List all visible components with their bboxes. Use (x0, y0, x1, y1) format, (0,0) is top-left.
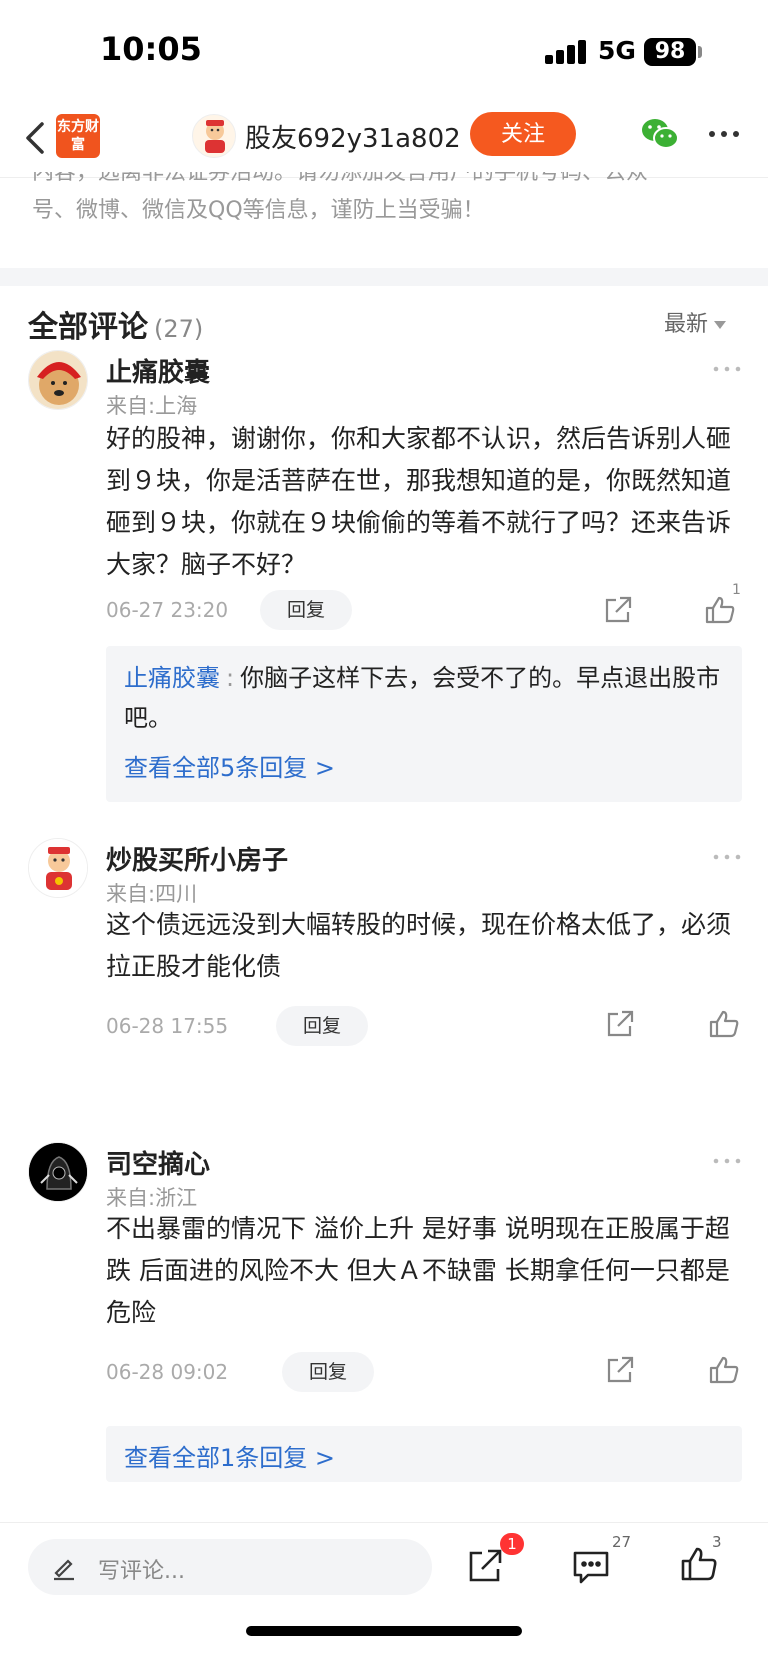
avatar[interactable] (28, 350, 88, 410)
comment-item: 炒股买所小房子 来自:四川 这个债远远没到大幅转股的时候，现在价格太低了，必须拉… (0, 838, 768, 1098)
app-logo[interactable]: 东方财富 (56, 114, 100, 158)
comment-text: 好的股神，谢谢你，你和大家都不认识，然后告诉别人砸到９块，你是活菩萨在世，那我想… (106, 424, 732, 579)
like-count: 3 (712, 1533, 722, 1551)
like-count: 1 (732, 582, 741, 598)
chevron-down-icon (714, 321, 727, 329)
share-icon[interactable] (604, 1354, 636, 1386)
view-all-replies-link[interactable]: 查看全部1条回复 > (124, 1438, 335, 1473)
pencil-icon (50, 1553, 78, 1581)
nav-username[interactable]: 股友692y31a802 (245, 118, 461, 155)
share-icon[interactable] (604, 1008, 636, 1040)
reply-button[interactable]: 回复 (282, 1352, 374, 1392)
comment-date: 06-27 23:20 (106, 598, 229, 622)
avatar[interactable] (28, 1142, 88, 1202)
comment-date: 06-28 09:02 (106, 1360, 229, 1384)
comment-text: 不出暴雷的情况下 溢价上升 是好事 说明现在正股属于超跌 后面进的风险不大 但大… (106, 1214, 730, 1327)
comment-more-icon[interactable] (712, 848, 742, 860)
comment-input[interactable]: 写评论... (28, 1539, 432, 1595)
reply-button[interactable]: 回复 (276, 1006, 368, 1046)
network-label: 5G (598, 36, 636, 65)
sort-dropdown[interactable]: 最新 (664, 306, 727, 338)
comment-author[interactable]: 司空摘心 (106, 1144, 210, 1181)
comments-title: 全部评论 (27) (28, 302, 203, 346)
comment-author[interactable]: 止痛胶囊 (106, 352, 210, 389)
sub-reply-text: 止痛胶囊: 你脑子这样下去，会受不了的。早点退出股市吧。 (124, 658, 728, 738)
comment-icon[interactable] (572, 1549, 610, 1585)
bottom-bar: 写评论... 1 27 3 (0, 1522, 768, 1665)
notice-line-2: 号、微博、微信及QQ等信息，谨防上当受骗！ (32, 198, 485, 223)
view-all-replies-link[interactable]: 查看全部5条回复 > (124, 748, 335, 783)
like-icon[interactable] (708, 1008, 740, 1040)
signal-icon (545, 40, 589, 64)
battery-tip (698, 46, 702, 58)
sub-reply-box[interactable]: 查看全部1条回复 > (106, 1426, 742, 1482)
nav-bar: 东方财富 股友692y31a802 关注 (0, 100, 768, 178)
follow-button[interactable]: 关注 (470, 112, 576, 156)
comments-count: (27) (154, 315, 204, 343)
comment-input-placeholder: 写评论... (98, 1559, 185, 1584)
battery-icon: 98 (644, 38, 696, 66)
back-arrow-icon[interactable] (22, 118, 52, 158)
comment-item: 司空摘心 来自:浙江 不出暴雷的情况下 溢价上升 是好事 说明现在正股属于超跌 … (0, 1142, 768, 1492)
wechat-icon[interactable] (640, 116, 680, 152)
share-icon[interactable] (602, 594, 634, 626)
avatar[interactable] (28, 838, 88, 898)
comment-item: 止痛胶囊 来自:上海 好的股神，谢谢你，你和大家都不认识，然后告诉别人砸到９块，… (0, 350, 768, 810)
comment-date: 06-28 17:55 (106, 1014, 229, 1038)
comment-count: 27 (612, 1533, 632, 1551)
comment-more-icon[interactable] (712, 360, 742, 372)
comment-more-icon[interactable] (712, 1152, 742, 1164)
like-icon[interactable] (708, 1354, 740, 1386)
like-icon[interactable] (704, 594, 736, 626)
reply-button[interactable]: 回复 (260, 590, 352, 630)
status-bar: 10:05 5G 98 (0, 0, 768, 100)
comment-text: 这个债远远没到大幅转股的时候，现在价格太低了，必须拉正股才能化债 (106, 910, 732, 981)
sub-reply-author[interactable]: 止痛胶囊 (124, 664, 220, 692)
sub-reply-box[interactable]: 止痛胶囊: 你脑子这样下去，会受不了的。早点退出股市吧。 查看全部5条回复 > (106, 646, 742, 802)
comments-title-text: 全部评论 (28, 310, 148, 345)
more-icon[interactable] (706, 116, 742, 152)
comment-location: 来自:上海 (106, 394, 198, 418)
share-badge: 1 (500, 1533, 524, 1555)
user-avatar[interactable] (192, 114, 236, 158)
section-divider (0, 268, 768, 286)
sub-reply-colon: : (226, 664, 235, 692)
risk-notice: 内容，远离非法证券活动。请勿添加发言用户的手机号码、公众 号、微博、微信及QQ等… (32, 172, 732, 230)
home-indicator (246, 1626, 522, 1636)
notice-line-1: 内容，远离非法证券活动。请勿添加发言用户的手机号码、公众 (32, 172, 649, 185)
status-time: 10:05 (100, 30, 202, 68)
sort-label: 最新 (664, 312, 709, 337)
share-icon[interactable] (466, 1547, 504, 1585)
comment-author[interactable]: 炒股买所小房子 (106, 840, 288, 877)
